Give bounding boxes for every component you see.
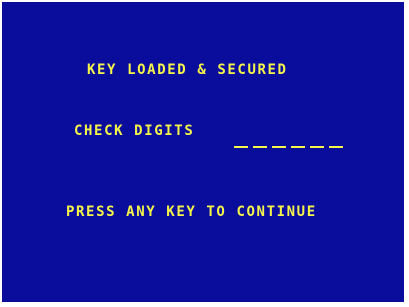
continue-prompt: PRESS ANY KEY TO CONTINUE xyxy=(66,204,317,220)
check-digit-slot xyxy=(329,146,343,148)
check-digit-slot xyxy=(310,146,324,148)
check-digit-slot xyxy=(291,146,305,148)
status-message: KEY LOADED & SECURED xyxy=(87,62,288,78)
check-digit-slot xyxy=(234,146,248,148)
check-digits-label: CHECK DIGITS xyxy=(74,123,195,139)
check-digit-slot xyxy=(272,146,286,148)
check-digit-slot xyxy=(253,146,267,148)
check-digits-field xyxy=(234,146,343,148)
terminal-screen[interactable]: KEY LOADED & SECURED CHECK DIGITS PRESS … xyxy=(2,2,404,302)
